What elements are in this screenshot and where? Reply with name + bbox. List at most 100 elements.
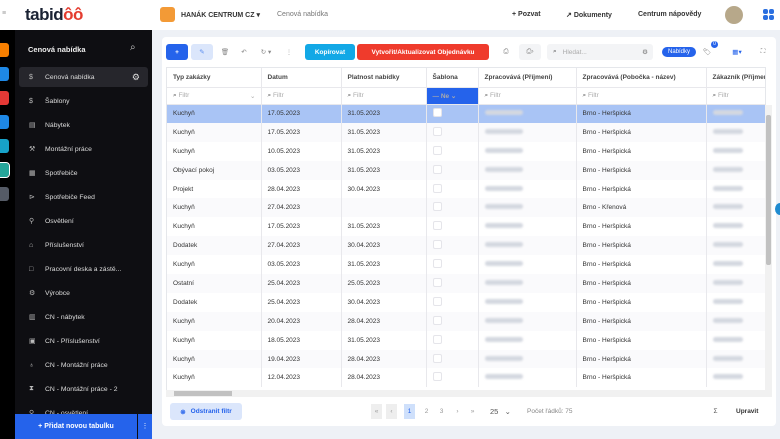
table-row[interactable]: Dodatek 27.04.2023 30.04.2023 Brno - Her… [167, 236, 765, 256]
view-selector-icon[interactable]: ▦▾ [727, 44, 747, 60]
horizontal-scrollbar[interactable] [166, 390, 766, 397]
table-row[interactable]: Kuchyň 18.05.2023 31.05.2023 Brno - Herš… [167, 330, 765, 350]
column-header[interactable]: Datum [261, 68, 342, 88]
print-menu-icon[interactable]: ⎙› [519, 44, 541, 60]
logo[interactable]: tabidôô [25, 5, 83, 25]
template-checkbox[interactable] [432, 164, 442, 174]
page-size-select[interactable]: 25 ⌄ [490, 404, 511, 419]
template-checkbox[interactable] [432, 126, 442, 136]
side-handle[interactable] [775, 203, 780, 215]
first-page-button[interactable]: « [371, 404, 382, 419]
app-switcher-item[interactable] [0, 67, 9, 81]
sidebar-item[interactable]: ⌂ Příslušenství [19, 235, 148, 255]
app-switcher-item[interactable] [0, 91, 9, 105]
column-header[interactable]: Šablona [426, 68, 479, 88]
undo-icon[interactable]: ↶ [238, 44, 250, 60]
table-row[interactable]: Kuchyň 12.04.2023 28.04.2023 Brno - Herš… [167, 368, 765, 388]
filter-input[interactable]: ⌕ Filtr [706, 87, 765, 105]
edit-button[interactable]: Upravit [736, 404, 758, 419]
filter-input[interactable]: ⌕ Filtr ⌄ [167, 87, 262, 105]
template-checkbox[interactable] [432, 240, 442, 250]
filter-input[interactable]: ⌕ Filtr [478, 87, 577, 105]
sablona-filter-select[interactable]: — Ne ⌄ [426, 87, 479, 105]
template-checkbox[interactable] [432, 221, 442, 231]
more-options-icon[interactable]: ⋮ [138, 414, 152, 439]
column-header[interactable]: Zpracovává (Pobočka - název) [576, 68, 707, 88]
edit-icon[interactable]: ✎ [191, 44, 213, 60]
sum-button[interactable]: Σ [710, 404, 721, 419]
filter-input[interactable]: ⌕ Filtr [261, 87, 342, 105]
workspace-selector[interactable]: HANÁK CENTRUM CZ ▾ [181, 11, 260, 19]
app-switcher-item[interactable] [0, 162, 10, 178]
documents-link[interactable]: ↗ Dokumenty [566, 11, 612, 19]
print-icon[interactable]: ⎙ [500, 44, 512, 60]
table-row[interactable]: Dodatek 25.04.2023 30.04.2023 Brno - Her… [167, 292, 765, 312]
copy-button[interactable]: Kopírovat [305, 44, 355, 60]
template-checkbox[interactable] [432, 315, 442, 325]
vertical-scrollbar[interactable] [765, 105, 772, 397]
table-row[interactable]: Projekt 28.04.2023 30.04.2023 Brno - Her… [167, 179, 765, 199]
template-checkbox[interactable] [432, 202, 442, 212]
app-switcher-item[interactable] [0, 139, 9, 153]
sidebar-item[interactable]: ⚙ Výrobce [19, 283, 148, 303]
remove-filter-button[interactable]: ⊗ Odstranit filtr [170, 403, 242, 420]
page-2[interactable]: 2 [421, 404, 432, 419]
table-row[interactable]: Kuchyň 19.04.2023 28.04.2023 Brno - Herš… [167, 349, 765, 369]
sidebar-item[interactable]: ▤ Nábytek [19, 115, 148, 135]
table-row[interactable]: Kuchyň 17.05.2023 31.05.2023 Brno - Herš… [167, 122, 765, 142]
page-3[interactable]: 3 [436, 404, 447, 419]
template-checkbox[interactable] [432, 334, 442, 344]
sidebar-item[interactable]: $ Šablony [19, 91, 148, 111]
sidebar-item[interactable]: ▦ Spotřebiče [19, 163, 148, 183]
template-checkbox[interactable] [432, 277, 442, 287]
avatar[interactable] [725, 6, 743, 24]
sidebar-item[interactable]: ⚒ Montážní práce [19, 139, 148, 159]
table-row[interactable]: Kuchyň 27.04.2023 Brno - Křenová [167, 198, 765, 218]
sidebar-item[interactable]: ▥ CN - nábytek [19, 307, 148, 327]
refresh-icon[interactable]: ↻ ▾ [256, 44, 276, 60]
table-row[interactable]: Kuchyň 03.05.2023 31.05.2023 Brno - Herš… [167, 255, 765, 275]
search-input[interactable]: ⌕ Hledat... ⚙ [547, 44, 653, 60]
delete-icon[interactable]: 🗑 [219, 44, 231, 60]
template-checkbox[interactable] [432, 353, 442, 363]
table-row[interactable]: Kuchyň 10.05.2023 31.05.2023 Brno - Herš… [167, 141, 765, 161]
filter-input[interactable]: ⌕ Filtr [576, 87, 707, 105]
app-switcher-item[interactable] [0, 43, 9, 57]
page-1[interactable]: 1 [404, 404, 415, 419]
add-record-button[interactable]: + [166, 44, 188, 60]
table-row[interactable]: Obývací pokoj 03.05.2023 31.05.2023 Brno… [167, 160, 765, 180]
sidebar-item[interactable]: □ Pracovní deska a zástě... [19, 259, 148, 279]
template-checkbox[interactable] [432, 108, 442, 118]
sidebar-item[interactable]: ⚲ Osvětlení [19, 211, 148, 231]
fullscreen-icon[interactable]: ⛶ [757, 44, 769, 60]
app-switcher-item[interactable] [0, 187, 9, 201]
table-row[interactable]: Kuchyň 20.04.2023 28.04.2023 Brno - Herš… [167, 311, 765, 331]
prev-page-button[interactable]: ‹ [386, 404, 397, 419]
menu-icon[interactable]: ≡ [2, 10, 6, 17]
help-link[interactable]: Centrum nápovědy [638, 11, 701, 18]
settings-icon[interactable]: ⚙ [642, 48, 648, 56]
sidebar-item[interactable]: ⧗ CN - Montážní práce - 2 [19, 379, 148, 399]
filter-input[interactable]: ⌕ Filtr [341, 87, 427, 105]
table-row[interactable]: Kuchyň 17.05.2023 31.05.2023 Brno - Herš… [167, 217, 765, 237]
column-header[interactable]: Typ zakázky [167, 68, 262, 88]
add-table-button[interactable]: + Přidat novou tabulku [15, 414, 137, 439]
next-page-button[interactable]: › [452, 404, 463, 419]
template-checkbox[interactable] [432, 296, 442, 306]
table-row[interactable]: Kuchyň 17.05.2023 31.05.2023 Brno - Herš… [167, 104, 765, 123]
sidebar-item[interactable]: ♁ CN - Montážní práce [19, 355, 148, 375]
template-checkbox[interactable] [432, 183, 442, 193]
column-header[interactable]: Platnost nabídky [341, 68, 427, 88]
invite-link[interactable]: + Pozvat [512, 11, 541, 18]
sidebar-item[interactable]: $ Cenová nabídka ⚙ [19, 67, 148, 87]
template-checkbox[interactable] [432, 145, 442, 155]
create-order-button[interactable]: Vytvořit/Aktualizovat Objednávku [357, 44, 489, 60]
sidebar-item[interactable]: ⊳ Spotřebiče Feed [19, 187, 148, 207]
tag-badge[interactable]: Nabídky [662, 47, 696, 57]
table-row[interactable]: Ostatní 25.04.2023 25.05.2023 Brno - Her… [167, 274, 765, 293]
search-icon[interactable]: ⌕ [130, 42, 136, 53]
gear-icon[interactable]: ⚙ [132, 72, 140, 83]
last-page-button[interactable]: » [467, 404, 478, 419]
app-switcher-item[interactable] [0, 115, 9, 129]
apps-grid-icon[interactable] [763, 9, 774, 20]
